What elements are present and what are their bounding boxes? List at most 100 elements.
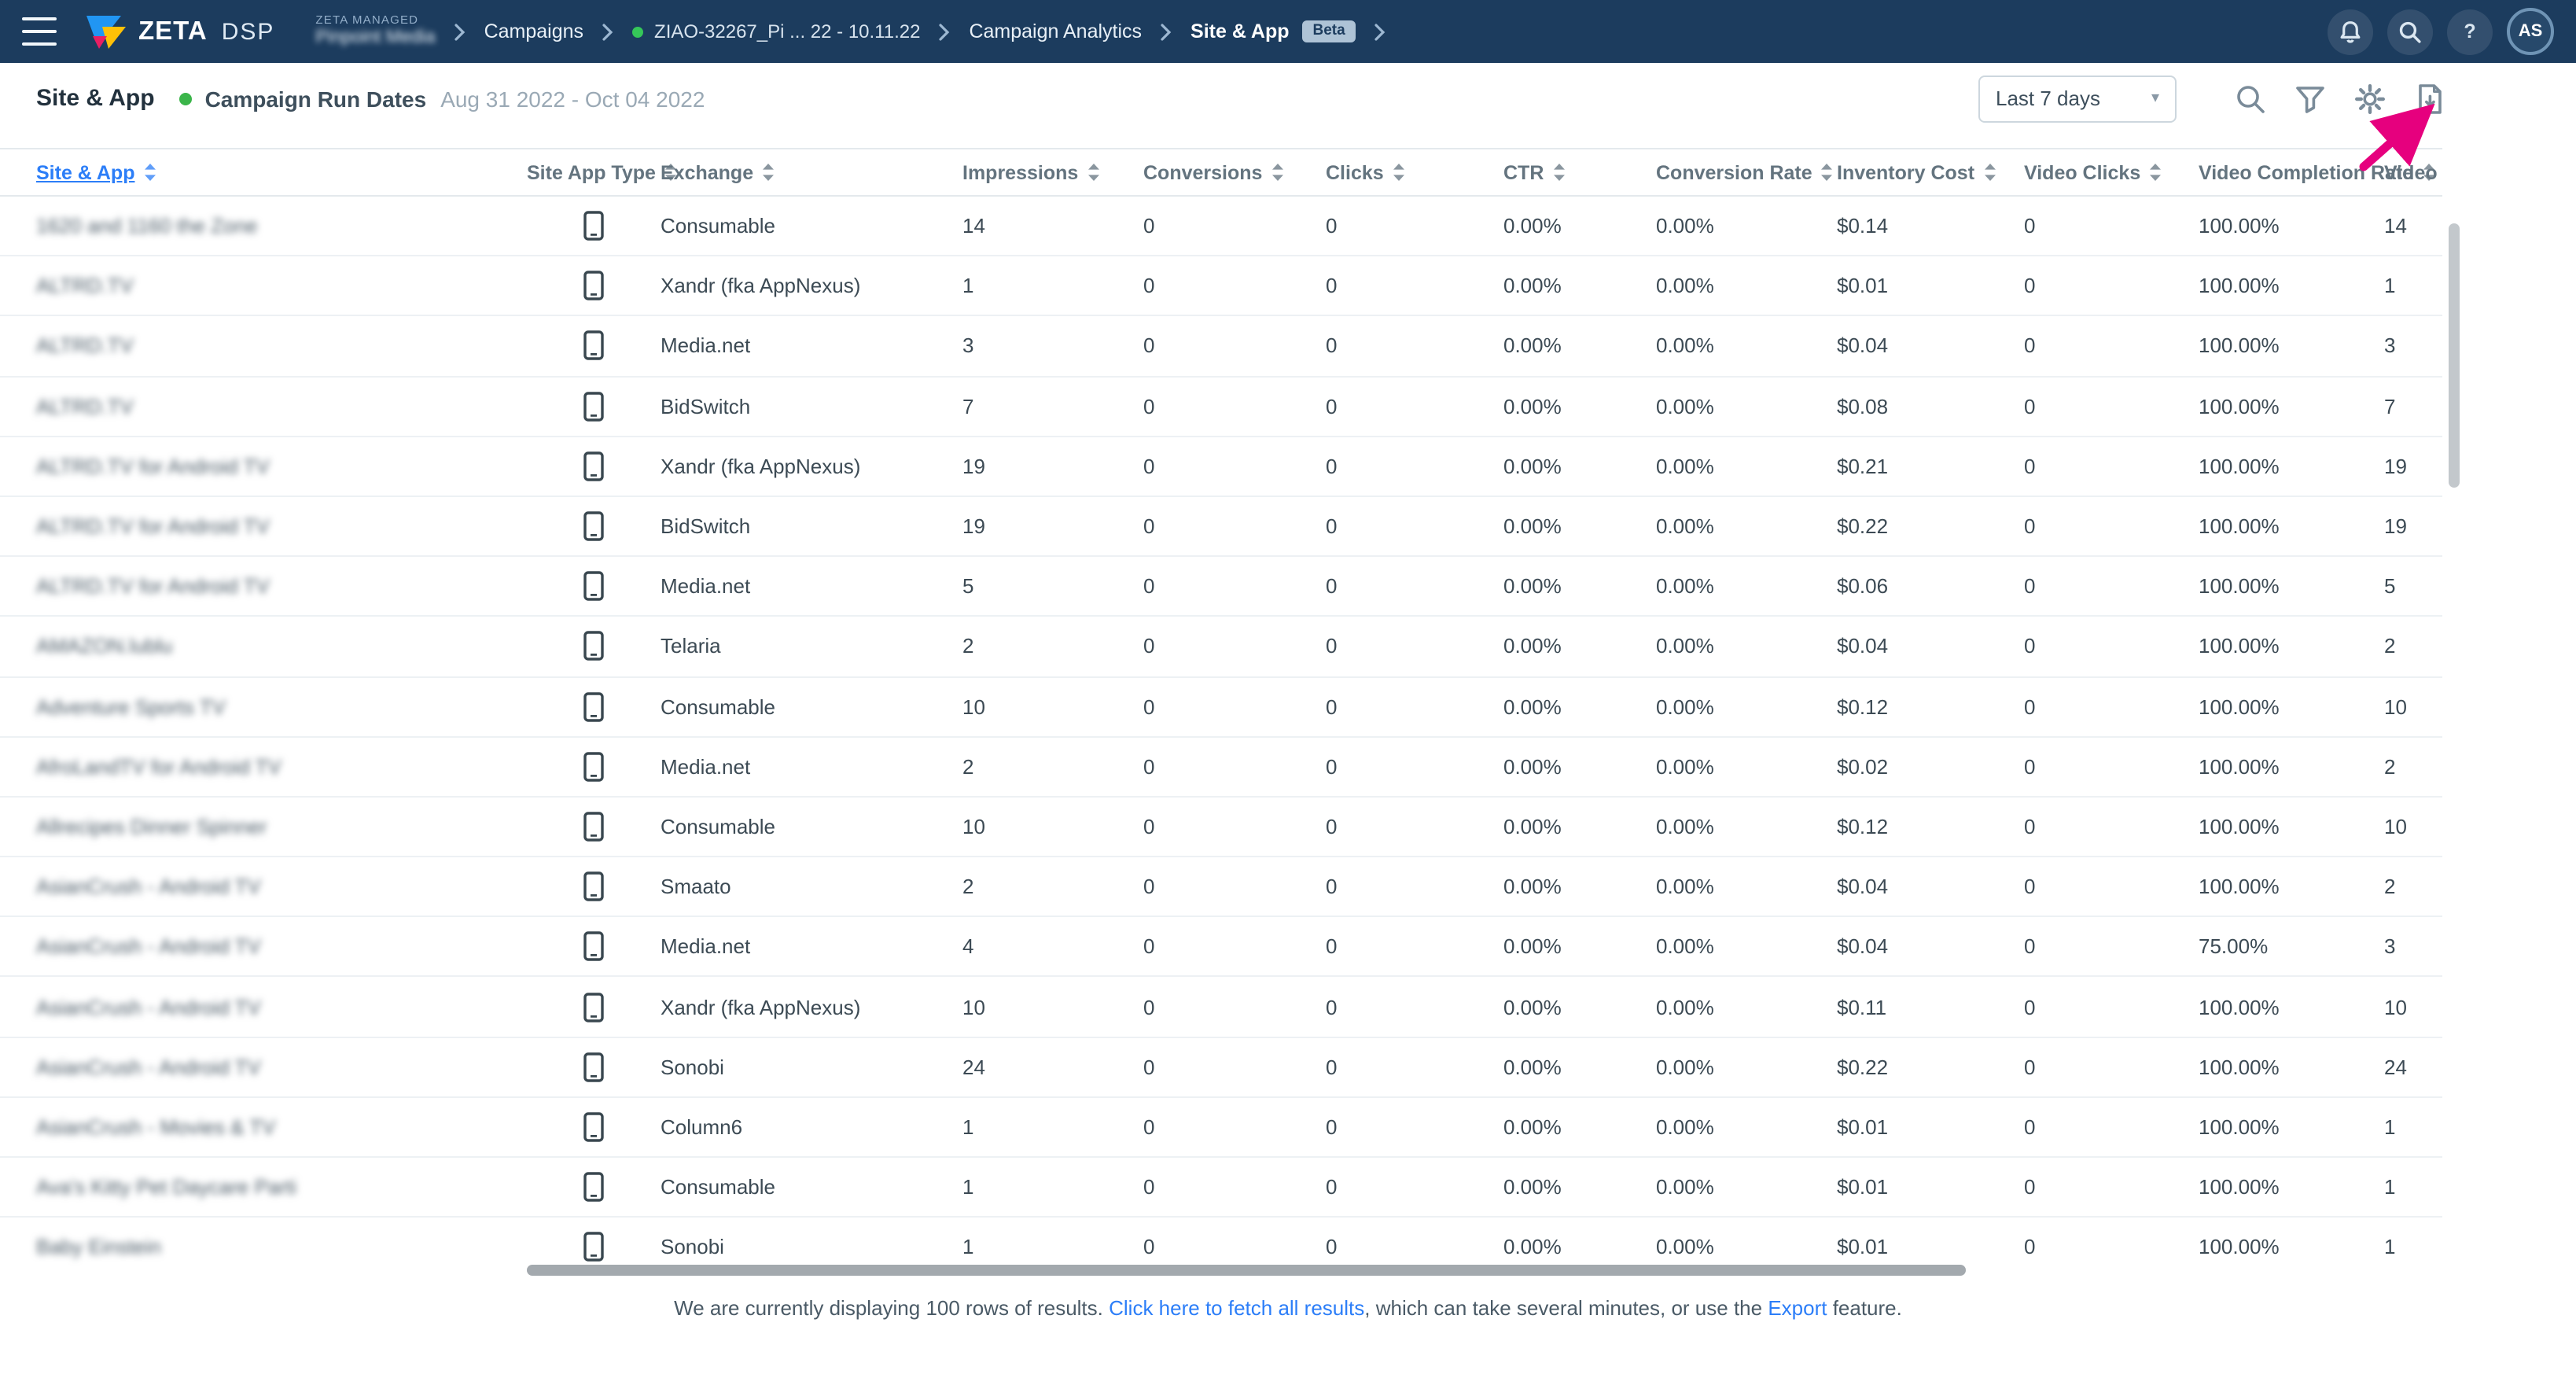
video-completion-rate-cell: 100.00% [2199,316,2384,376]
hamburger-menu-icon[interactable] [22,17,60,46]
table-row: ALTRD.TV for Android TV BidSwitch 19 0 0… [0,496,2442,556]
video-completion-rate-cell: 100.00% [2199,857,2384,916]
ctr-cell: 0.00% [1503,196,1656,256]
column-header[interactable]: Conversion Rate [1656,149,1837,196]
inventory-cost-cell: $0.01 [1837,1157,2024,1217]
toolbar-search-icon[interactable] [2230,78,2271,119]
breadcrumb-site-and-app[interactable]: Site & App Beta [1190,20,1356,42]
clicks-cell: 0 [1326,556,1503,616]
impressions-cell: 19 [962,496,1143,556]
clicks-cell: 0 [1326,857,1503,916]
conversions-cell: 0 [1143,977,1326,1037]
results-notice: We are currently displaying 100 rows of … [0,1296,2576,1320]
conversions-cell: 0 [1143,797,1326,857]
ctr-cell: 0.00% [1503,797,1656,857]
exchange-cell: Xandr (fka AppNexus) [661,977,962,1037]
breadcrumb-campaigns[interactable]: Campaigns [484,20,583,42]
exchange-cell: Sonobi [661,1037,962,1096]
breadcrumb: ZETA MANAGED Pinpoint Media Campaigns ZI… [315,14,1386,49]
exchange-cell: Media.net [661,556,962,616]
impressions-cell: 5 [962,556,1143,616]
clicks-cell: 0 [1326,316,1503,376]
site-name-cell: AsianCrush - Android TV [0,917,527,977]
date-range-select[interactable]: Last 7 days ▾ [1978,75,2177,122]
site-name-cell: AsianCrush - Android TV [0,1037,527,1096]
impressions-cell: 1 [962,1157,1143,1217]
video-clicks-cell: 0 [2024,556,2199,616]
conversion-rate-cell: 0.00% [1656,857,1837,916]
ctr-cell: 0.00% [1503,556,1656,616]
video-completion-rate-cell: 100.00% [2199,376,2384,436]
inventory-cost-cell: $0.11 [1837,977,2024,1037]
site-app-type-cell [527,316,661,376]
ctr-cell: 0.00% [1503,617,1656,676]
mobile-device-icon [583,992,604,1022]
impressions-cell: 3 [962,316,1143,376]
site-app-type-cell [527,1217,661,1269]
help-icon[interactable]: ? [2447,9,2493,54]
clicks-cell: 0 [1326,437,1503,496]
campaign-name: ZIAO-32267_Pi ... 22 - 10.11.22 [654,20,920,42]
notification-bell-icon[interactable] [2328,9,2373,54]
breadcrumb-account[interactable]: ZETA MANAGED Pinpoint Media [315,14,435,49]
ctr-cell: 0.00% [1503,977,1656,1037]
sort-icon [664,161,678,182]
table-row: ALTRD.TV BidSwitch 7 0 0 0.00% 0.00% $0.… [0,376,2442,436]
column-header[interactable]: Impressions [962,149,1143,196]
ctr-cell: 0.00% [1503,917,1656,977]
clicks-cell: 0 [1326,977,1503,1037]
breadcrumb-campaign[interactable]: ZIAO-32267_Pi ... 22 - 10.11.22 [632,20,920,42]
fetch-all-results-link[interactable]: Click here to fetch all results [1109,1296,1364,1320]
ctr-cell: 0.00% [1503,857,1656,916]
toolbar-settings-icon[interactable] [2350,78,2390,119]
video-clicks-cell: 0 [2024,977,2199,1037]
site-app-type-cell [527,1097,661,1157]
managed-eyebrow: ZETA MANAGED [315,14,435,28]
brand[interactable]: ZETA DSP [85,13,274,50]
conversions-cell: 0 [1143,736,1326,796]
conversions-cell: 0 [1143,1097,1326,1157]
video-completions-cell: 10 [2384,797,2442,857]
column-header[interactable]: Video Clicks [2024,149,2199,196]
site-name-cell: ALTRD.TV [0,256,527,315]
current-page-label: Site & App [1190,20,1289,42]
exchange-cell: Sonobi [661,1217,962,1269]
column-header[interactable]: Site App Type [527,149,661,196]
conversion-rate-cell: 0.00% [1656,977,1837,1037]
column-header[interactable]: Video Completion Rate [2199,149,2384,196]
sort-icon [1392,161,1406,182]
conversions-cell: 0 [1143,256,1326,315]
site-app-type-cell [527,256,661,315]
video-completions-cell: 1 [2384,256,2442,315]
video-completion-rate-cell: 100.00% [2199,556,2384,616]
conversion-rate-cell: 0.00% [1656,376,1837,436]
sort-icon [1270,161,1284,182]
vertical-scrollbar[interactable] [2449,223,2460,488]
exchange-cell: Consumable [661,676,962,736]
video-completion-rate-cell: 100.00% [2199,256,2384,315]
mobile-device-icon [583,691,604,721]
toolbar-export-icon[interactable] [2409,78,2450,119]
toolbar-filter-icon[interactable] [2290,78,2331,119]
column-header[interactable]: Site & App [0,149,527,196]
inventory-cost-cell: $0.14 [1837,196,2024,256]
table-row: AsianCrush - Movies & TV Column6 1 0 0 0… [0,1097,2442,1157]
column-header[interactable]: Conversions [1143,149,1326,196]
column-header[interactable]: Clicks [1326,149,1503,196]
impressions-cell: 10 [962,676,1143,736]
column-header[interactable]: Exchange [661,149,962,196]
conversion-rate-cell: 0.00% [1656,1097,1837,1157]
breadcrumb-campaign-analytics[interactable]: Campaign Analytics [969,20,1142,42]
column-header[interactable]: Inventory Cost [1837,149,2024,196]
page-title: Site & App [36,85,155,112]
inventory-cost-cell: $0.01 [1837,1217,2024,1269]
export-link[interactable]: Export [1768,1296,1827,1320]
analytics-table-container: Site & AppSite App TypeExchangeImpressio… [0,134,2442,1269]
horizontal-scrollbar[interactable] [527,1265,1966,1276]
table-row: Baby Einstein Sonobi 1 0 0 0.00% 0.00% $… [0,1217,2442,1269]
video-clicks-cell: 0 [2024,1097,2199,1157]
avatar[interactable]: AS [2507,8,2554,55]
video-completion-rate-cell: 100.00% [2199,496,2384,556]
column-header[interactable]: CTR [1503,149,1656,196]
nav-search-icon[interactable] [2387,9,2433,54]
